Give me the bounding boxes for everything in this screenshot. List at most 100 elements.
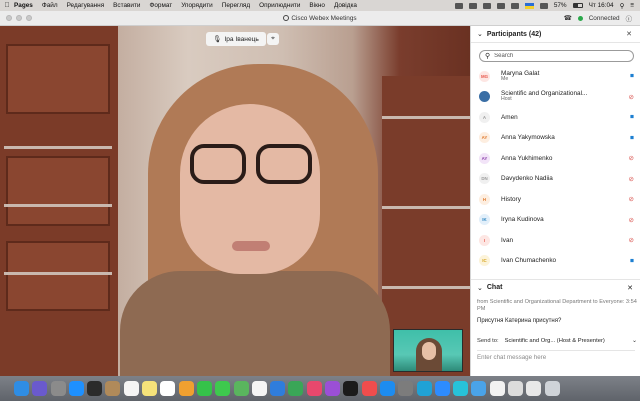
downloads-icon[interactable] (526, 381, 542, 396)
menu-app-pages[interactable]: Pages (14, 2, 33, 9)
mic-muted-icon[interactable]: ⊘ (628, 154, 634, 162)
participant-role: Me (501, 75, 509, 82)
avatar (479, 91, 490, 103)
zoom-tray-icon[interactable] (468, 2, 477, 9)
video-layout-button[interactable]: ⌖ (267, 33, 279, 45)
participants-header[interactable]: ⌄ Participants (42) ✕ (471, 26, 640, 43)
spotlight-icon[interactable]: ⚲ (620, 2, 625, 10)
video-on-icon[interactable]: ■ (630, 73, 634, 80)
menu-view[interactable]: Перегляд (222, 2, 250, 9)
itunes-icon[interactable] (306, 381, 322, 396)
zoom-icon[interactable] (434, 381, 450, 396)
folder-icon[interactable] (471, 381, 487, 396)
send-to-select[interactable]: Scientific and Org... (Host & Presenter) (505, 338, 605, 344)
finder-icon[interactable] (14, 381, 29, 396)
reminders-icon[interactable] (160, 381, 176, 396)
mic-muted-icon[interactable]: ⊘ (628, 175, 634, 183)
menu-insert[interactable]: Вставити (113, 2, 140, 9)
menubar-clock[interactable]: Чт 16:04 (589, 2, 614, 9)
participant-search-box[interactable]: ⚲ (479, 50, 634, 62)
menu-window[interactable]: Вікно (309, 2, 325, 9)
participant-name: Scientific and Organizational... (501, 90, 588, 98)
calendar-icon[interactable] (123, 381, 139, 396)
menu-format[interactable]: Формат (150, 2, 173, 9)
avatar: A (479, 111, 490, 123)
webex-icon[interactable] (416, 381, 432, 396)
webex-meetings-icon[interactable] (453, 381, 469, 396)
participant-info: Anna Yakymowska (501, 134, 555, 141)
cloud-tray-icon[interactable] (496, 2, 505, 9)
close-participants-icon[interactable]: ✕ (626, 30, 632, 38)
input-source-flag-icon[interactable] (524, 2, 534, 9)
system-preferences-icon[interactable] (398, 381, 414, 396)
safari-icon[interactable] (68, 381, 84, 396)
participant-item[interactable]: I Ivan ⊘ (471, 230, 640, 251)
notes-icon[interactable] (142, 381, 158, 396)
participant-item[interactable]: MG Maryna Galat Me ■ (471, 66, 640, 87)
participant-item[interactable]: AY Anna Yakymowska ■ (471, 128, 640, 149)
participant-search-input[interactable] (494, 53, 625, 59)
avatar: MG (479, 70, 490, 82)
collapse-chevron-icon[interactable]: ⌄ (477, 284, 483, 292)
menu-file[interactable]: Файл (42, 2, 58, 9)
participant-item[interactable]: IC Ivan Chumachenko ■ (471, 251, 640, 272)
video-on-icon[interactable]: ■ (630, 257, 634, 264)
info-icon[interactable]: ⓘ (626, 14, 632, 23)
menu-share[interactable]: Оприлюднити (259, 2, 300, 9)
participant-info: Amen (501, 114, 518, 121)
contacts-icon[interactable] (105, 381, 121, 396)
mic-muted-icon[interactable]: ⊘ (628, 236, 634, 244)
participant-item[interactable]: DN Davydenko Nadiia ⊘ (471, 169, 640, 190)
wifi-icon[interactable] (539, 2, 548, 9)
photo-booth-icon[interactable] (87, 381, 103, 396)
send-to-row[interactable]: Send to: Scientific and Org... (Host & P… (477, 337, 637, 345)
collapse-chevron-icon[interactable]: ⌄ (477, 30, 483, 38)
participant-item[interactable]: AY Anna Yukhimenko ⊘ (471, 148, 640, 169)
chat-header[interactable]: ⌄ Chat ✕ (471, 279, 640, 295)
door-highlight (382, 116, 470, 119)
facetime-icon[interactable] (196, 381, 212, 396)
avatar: DN (479, 173, 490, 185)
avatar: AY (479, 152, 490, 164)
preview-icon[interactable] (508, 381, 524, 396)
apple-tv-icon[interactable] (343, 381, 359, 396)
close-chat-icon[interactable]: ✕ (627, 284, 633, 292)
numbers-icon[interactable] (288, 381, 304, 396)
mic-muted-icon[interactable]: ⊘ (628, 93, 634, 101)
participant-item[interactable]: Scientific and Organizational... Host ⊘ (471, 87, 640, 108)
launchpad-icon[interactable] (50, 381, 66, 396)
menu-arrange[interactable]: Упорядити (181, 2, 213, 9)
documents-icon[interactable] (489, 381, 505, 396)
photos-icon[interactable] (178, 381, 194, 396)
video-on-icon[interactable]: ■ (630, 134, 634, 141)
webex-tray-icon[interactable] (454, 2, 463, 9)
apple-menu-icon[interactable]:  (0, 2, 14, 9)
siri-icon[interactable] (32, 381, 48, 396)
bluetooth-tray-icon[interactable] (510, 2, 519, 9)
self-view-video[interactable] (393, 329, 463, 372)
connection-dot-icon (577, 15, 583, 21)
participant-name: Anna Yukhimenko (501, 154, 553, 162)
control-center-icon[interactable]: ≡ (630, 2, 634, 9)
maps-icon[interactable] (233, 381, 249, 396)
menu-help[interactable]: Довідка (334, 2, 357, 9)
menu-edit[interactable]: Редагування (67, 2, 105, 9)
podcasts-icon[interactable] (325, 381, 341, 396)
video-on-icon[interactable]: ■ (630, 114, 634, 121)
music-icon[interactable] (251, 381, 267, 396)
participant-item[interactable]: IK Iryna Kudinova ⊘ (471, 210, 640, 231)
messages-icon[interactable] (215, 381, 231, 396)
battery-icon[interactable] (572, 3, 583, 8)
chevron-down-icon[interactable]: ⌄ (632, 337, 637, 344)
news-icon[interactable] (361, 381, 377, 396)
mic-muted-icon[interactable]: ⊘ (628, 216, 634, 224)
keyboard-tray-icon[interactable] (482, 2, 491, 9)
trash-icon[interactable] (544, 381, 560, 396)
battery-percent: 57% (553, 2, 567, 9)
chat-message-input[interactable] (477, 350, 635, 364)
app-store-icon[interactable] (379, 381, 395, 396)
mic-muted-icon[interactable]: ⊘ (628, 195, 634, 203)
keynote-icon[interactable] (270, 381, 286, 396)
participant-item[interactable]: H History ⊘ (471, 189, 640, 210)
participant-item[interactable]: A Amen ■ (471, 107, 640, 128)
